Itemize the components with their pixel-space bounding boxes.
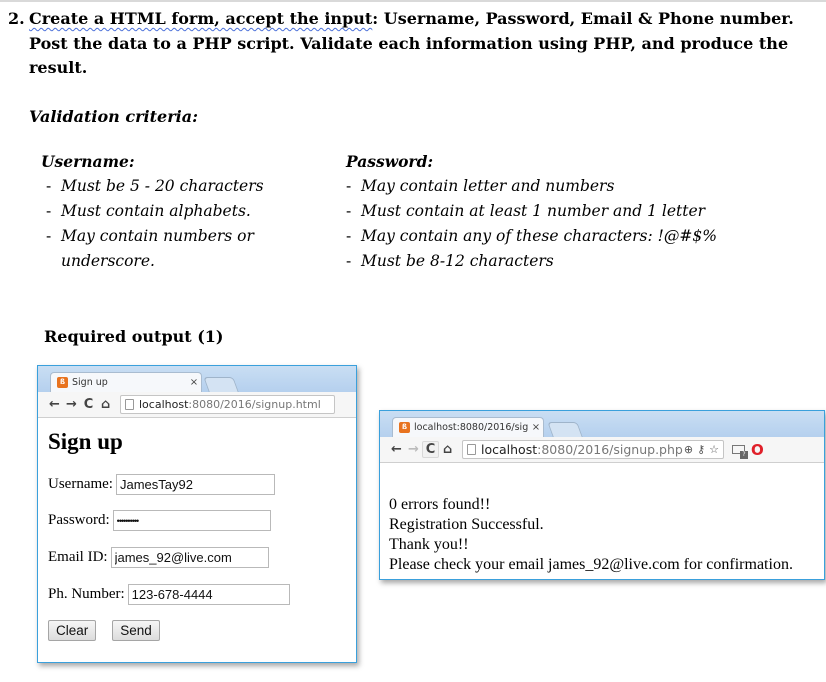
new-tab-button[interactable] — [547, 422, 583, 437]
criteria-item: - Must be 5 - 20 characters — [46, 177, 264, 195]
page-icon — [125, 399, 134, 410]
criteria-item-continuation: underscore. — [61, 252, 155, 270]
page-icon — [467, 444, 476, 455]
password-input[interactable] — [112, 510, 271, 531]
browser-tab[interactable]: ß Sign up × — [50, 372, 202, 392]
question-number: 2. — [8, 9, 25, 28]
question-line1-rest: : Username, Password, Email & Phone numb… — [372, 9, 794, 28]
form-buttons: Clear Send — [48, 620, 160, 641]
criteria-item: - May contain any of these characters: !@… — [346, 227, 717, 245]
home-icon[interactable]: ⌂ — [97, 397, 114, 412]
password-row: Password: — [48, 510, 271, 531]
home-icon[interactable]: ⌂ — [439, 442, 456, 457]
result-line: 0 errors found!! — [389, 496, 491, 513]
browser-toolbar: ← → C ⌂ localhost:8080/2016/signup.html — [38, 392, 356, 418]
username-label: Username: — [48, 476, 113, 492]
tab-title: localhost:8080/2016/signu — [414, 422, 529, 433]
signup-page: Sign up Username: Password: Email ID: Ph… — [38, 419, 356, 662]
email-input[interactable] — [110, 547, 269, 568]
tab-strip: ß localhost:8080/2016/signu × — [380, 411, 824, 437]
username-criteria-heading: Username: — [41, 152, 135, 171]
forward-arrow-icon[interactable]: → — [405, 442, 422, 457]
username-row: Username: — [48, 474, 275, 495]
clear-button[interactable]: Clear — [48, 620, 97, 641]
phone-row: Ph. Number: — [48, 584, 290, 605]
question-line3: result. — [29, 58, 88, 77]
username-criteria: Username: - Must be 5 - 20 characters - Mu… — [41, 149, 321, 274]
page-heading: Sign up — [48, 429, 123, 454]
page-top-border — [0, 0, 826, 2]
xampp-favicon-icon: ß — [57, 377, 68, 388]
extension-tools: O — [732, 441, 764, 459]
back-arrow-icon[interactable]: ← — [388, 442, 405, 457]
address-bar[interactable]: localhost:8080/2016/signup.php ⊕ ⚷ ☆ — [462, 440, 724, 459]
required-output-title: Required output (1) — [44, 327, 224, 346]
phone-label: Ph. Number: — [48, 586, 125, 602]
browser-tab[interactable]: ß localhost:8080/2016/signu × — [392, 417, 544, 437]
username-input[interactable] — [115, 474, 275, 495]
browser-toolbar: ← → C ⌂ localhost:8080/2016/signup.php ⊕… — [380, 437, 824, 463]
email-row: Email ID: — [48, 547, 269, 568]
extension-icon[interactable] — [732, 445, 748, 459]
phone-input[interactable] — [127, 584, 290, 605]
opera-icon[interactable]: O — [751, 441, 764, 459]
criteria-item: - Must contain alphabets. — [46, 202, 251, 220]
result-output: 0 errors found!! Registration Successful… — [389, 495, 793, 575]
zoom-icon[interactable]: ⊕ — [684, 443, 693, 456]
result-line: Please check your email james_92@live.co… — [389, 556, 793, 573]
result-page: 0 errors found!! Registration Successful… — [380, 464, 824, 579]
email-label: Email ID: — [48, 549, 108, 565]
signup-browser-window: ß Sign up × ← → C ⌂ localhost:8080/2016/… — [37, 365, 357, 663]
criteria-item: - May contain numbers or — [46, 227, 254, 245]
result-browser-window: ß localhost:8080/2016/signu × ← → C ⌂ lo… — [379, 410, 825, 580]
criteria-item: - May contain letter and numbers — [346, 177, 615, 195]
new-tab-button[interactable] — [203, 377, 239, 392]
criteria-item: - Must contain at least 1 number and 1 le… — [346, 202, 706, 220]
address-bar[interactable]: localhost:8080/2016/signup.html — [120, 395, 335, 414]
tab-title: Sign up — [72, 377, 108, 388]
tab-strip: ß Sign up × — [38, 366, 356, 392]
reload-icon[interactable]: C — [80, 397, 97, 412]
back-arrow-icon[interactable]: ← — [46, 397, 63, 412]
xampp-favicon-icon: ß — [399, 422, 410, 433]
close-icon[interactable]: × — [529, 422, 543, 433]
key-icon[interactable]: ⚷ — [697, 443, 705, 456]
result-line: Thank you!! — [389, 536, 469, 553]
password-criteria-heading: Password: — [346, 152, 434, 171]
password-criteria: Password: - May contain letter and number… — [346, 149, 766, 274]
star-icon[interactable]: ☆ — [709, 443, 719, 456]
send-button[interactable]: Send — [112, 620, 160, 641]
password-label: Password: — [48, 512, 110, 528]
criteria-item: - Must be 8-12 characters — [346, 252, 554, 270]
omnibox-tools: ⊕ ⚷ ☆ — [684, 443, 723, 456]
validation-criteria-title: Validation criteria: — [29, 107, 198, 126]
reload-icon[interactable]: C — [422, 441, 439, 458]
forward-arrow-icon[interactable]: → — [63, 397, 80, 412]
close-icon[interactable]: × — [187, 377, 201, 388]
spellcheck-flagged-text: Create a HTML form, accept the input — [29, 9, 373, 28]
question-line2: Post the data to a PHP script. Validate … — [29, 33, 789, 53]
result-line: Registration Successful. — [389, 516, 544, 533]
